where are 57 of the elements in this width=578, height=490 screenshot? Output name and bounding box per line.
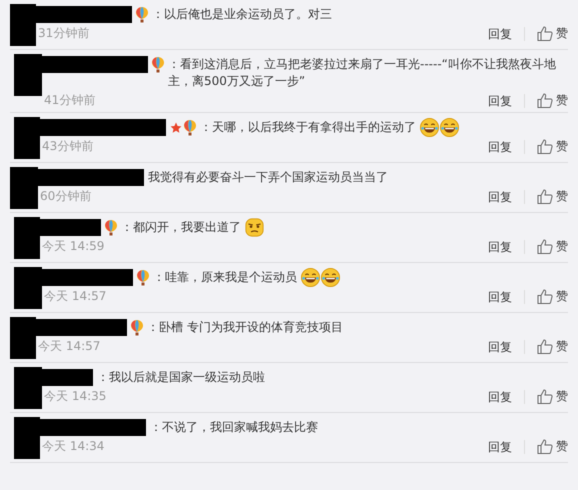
reply-button[interactable]: 回复 <box>488 94 525 108</box>
like-button[interactable]: 赞 <box>525 438 568 455</box>
thumbs-up-icon <box>537 139 553 154</box>
thumbs-up-icon <box>537 239 553 254</box>
like-button[interactable]: 赞 <box>525 188 568 205</box>
laughing-emoji-icon <box>301 268 320 287</box>
comment-text: ：都闪开，我要出道了 <box>121 219 241 236</box>
balloon-icon <box>137 270 149 286</box>
balloon-icon <box>152 56 164 72</box>
thumbs-up-icon <box>537 389 553 404</box>
comment-text: ：卧槽 专门为我开设的体育竞技项目 <box>147 319 343 336</box>
like-button[interactable]: 赞 <box>525 288 568 305</box>
reply-button[interactable]: 回复 <box>488 290 525 304</box>
comment-text: ：我以后就是国家一级运动员啦 <box>97 369 265 386</box>
reply-button[interactable]: 回复 <box>488 140 525 154</box>
comment-text: 我觉得有必要奋斗一下弄个国家运动员当当了 <box>148 169 388 186</box>
timestamp: 31分钟前 <box>37 25 90 42</box>
comment-text: ：哇靠，原来我是个运动员 <box>153 269 297 286</box>
reply-button[interactable]: 回复 <box>488 26 525 40</box>
balloon-icon <box>184 120 196 136</box>
smirking-emoji-icon <box>245 218 264 237</box>
timestamp: 今天 14:57 <box>43 288 108 305</box>
reply-button[interactable]: 回复 <box>488 240 525 254</box>
comment-text: ：看到这消息后，立马把老婆拉过来扇了一耳光-----“叫你不让我熬夜斗地主，离500万又远了一步” <box>168 56 557 90</box>
reply-button[interactable]: 回复 <box>488 190 525 204</box>
like-button[interactable]: 赞 <box>525 25 568 42</box>
like-button[interactable]: 赞 <box>525 138 568 155</box>
balloon-icon <box>136 6 148 22</box>
laughing-emoji-icon <box>440 118 459 137</box>
like-button[interactable]: 赞 <box>525 238 568 255</box>
timestamp: 43分钟前 <box>41 138 94 155</box>
timestamp: 60分钟前 <box>39 188 92 205</box>
like-button[interactable]: 赞 <box>525 388 568 405</box>
star-icon <box>170 122 182 134</box>
timestamp: 今天 14:35 <box>43 388 108 405</box>
timestamp: 今天 14:59 <box>41 238 106 255</box>
thumbs-up-icon <box>537 26 553 41</box>
balloon-icon <box>105 220 117 236</box>
reply-button[interactable]: 回复 <box>488 440 525 454</box>
timestamp: 今天 14:34 <box>41 438 106 455</box>
laughing-emoji-icon <box>420 118 439 137</box>
thumbs-up-icon <box>537 439 553 454</box>
timestamp: 41分钟前 <box>43 92 96 109</box>
thumbs-up-icon <box>537 339 553 354</box>
thumbs-up-icon <box>537 289 553 304</box>
timestamp: 今天 14:57 <box>37 338 102 355</box>
like-button[interactable]: 赞 <box>525 338 568 355</box>
comment-text: ：以后俺也是业余运动员了。对三 <box>152 6 332 23</box>
laughing-emoji-icon <box>321 268 340 287</box>
thumbs-up-icon <box>537 189 553 204</box>
balloon-icon <box>131 320 143 336</box>
comment-text: ：不说了，我回家喊我妈去比赛 <box>150 419 318 436</box>
like-button[interactable]: 赞 <box>525 92 568 109</box>
comment-text: ：天哪，以后我终于有拿得出手的运动了 <box>200 119 416 136</box>
thumbs-up-icon <box>537 93 553 108</box>
reply-button[interactable]: 回复 <box>488 390 525 404</box>
reply-button[interactable]: 回复 <box>488 340 525 354</box>
